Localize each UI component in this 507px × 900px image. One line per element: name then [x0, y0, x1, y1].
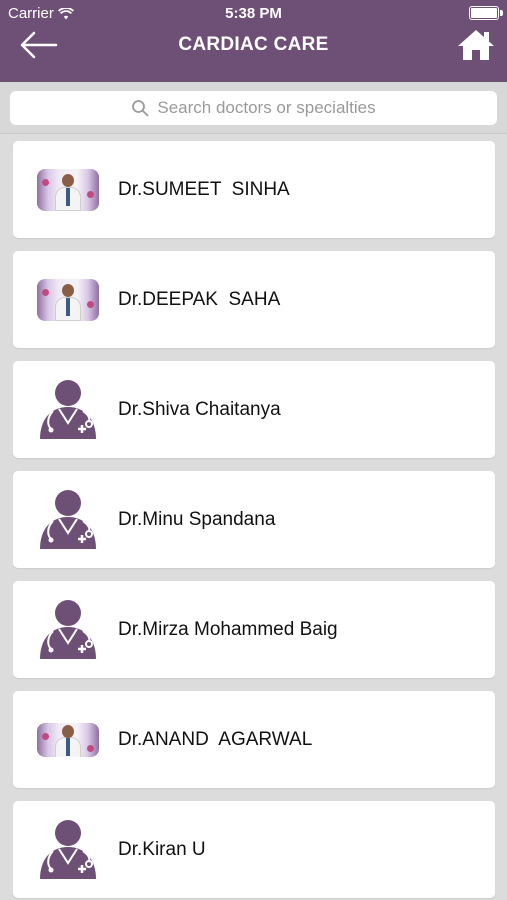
doctor-list-item[interactable]: Dr.DEEPAK SAHA: [13, 251, 495, 348]
doctor-list-item[interactable]: Dr.Minu Spandana: [13, 471, 495, 568]
doctor-name: Dr.Kiran U: [118, 838, 206, 860]
doctor-list-item[interactable]: Dr.SUMEET SINHA: [13, 141, 495, 238]
doctor-name: Dr.Shiva Chaitanya: [118, 398, 281, 420]
doctor-list-item[interactable]: Dr.Kiran U: [13, 801, 495, 898]
search-placeholder: Search doctors or specialties: [157, 98, 376, 117]
doctor-avatar: [37, 159, 99, 221]
page-title: CARDIAC CARE: [178, 34, 329, 55]
doctor-name: Dr.ANAND AGARWAL: [118, 728, 313, 750]
navigation-bar: CARDIAC CARE: [0, 28, 507, 82]
doctor-photo: [37, 722, 99, 757]
doctor-placeholder-icon: [40, 819, 96, 879]
doctor-name: Dr.DEEPAK SAHA: [118, 288, 281, 310]
doctor-list-item[interactable]: Dr.ANAND AGARWAL: [13, 691, 495, 788]
clock: 5:38 PM: [225, 5, 282, 22]
battery-icon: [469, 6, 503, 20]
header: Carrier 5:38 PM CARDIAC CARE: [0, 0, 507, 82]
status-bar: Carrier 5:38 PM: [0, 0, 507, 28]
doctor-placeholder-icon: [40, 379, 96, 439]
doctor-photo: [37, 168, 99, 211]
doctor-avatar: [37, 489, 99, 551]
home-icon[interactable]: [457, 28, 495, 62]
search-input[interactable]: Search doctors or specialties: [10, 91, 497, 125]
doctor-name: Dr.Minu Spandana: [118, 508, 276, 530]
doctor-name: Dr.SUMEET SINHA: [118, 178, 290, 200]
doctor-name: Dr.Mirza Mohammed Baig: [118, 618, 338, 640]
search-icon: [132, 100, 149, 117]
doctor-list-item[interactable]: Dr.Mirza Mohammed Baig: [13, 581, 495, 678]
doctor-avatar: [37, 269, 99, 331]
doctor-avatar: [37, 599, 99, 661]
doctor-avatar: [37, 709, 99, 771]
search-bar: Search doctors or specialties: [0, 82, 507, 134]
doctor-avatar: [37, 819, 99, 881]
doctor-avatar: [37, 379, 99, 441]
doctor-list-item[interactable]: Dr.Shiva Chaitanya: [13, 361, 495, 458]
doctor-placeholder-icon: [40, 489, 96, 549]
doctor-list: Dr.SUMEET SINHA Dr.DEEPAK SAHA Dr.Shiva …: [0, 134, 507, 900]
doctor-photo: [37, 278, 99, 321]
doctor-placeholder-icon: [40, 599, 96, 659]
